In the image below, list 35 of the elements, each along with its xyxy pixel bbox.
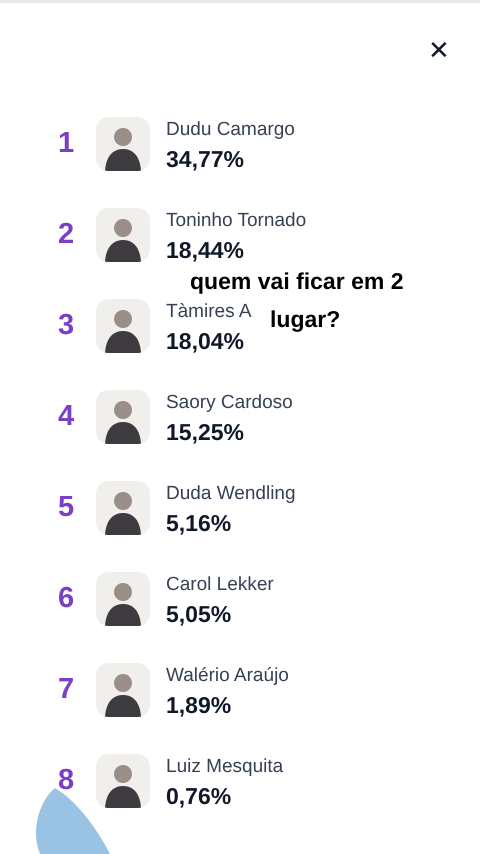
contestant-name: Luiz Mesquita: [166, 755, 284, 779]
avatar-icon: [96, 208, 150, 262]
rank-number: 6: [58, 581, 76, 616]
rank-number: 5: [58, 490, 76, 526]
vote-percentage: 15,25%: [166, 418, 246, 447]
contestant-name: Saory Cardoso: [166, 391, 293, 415]
contestant-name: Toninho Tornado: [166, 209, 306, 233]
contestant-name: Carol Lekker: [166, 573, 274, 597]
avatar-icon: [96, 663, 150, 717]
rank-number: 4: [58, 399, 76, 434]
vote-percentage: 5,16%: [166, 509, 232, 538]
rank-number: 7: [58, 672, 76, 708]
caption-line: quem vai ficar em 2: [190, 267, 404, 296]
avatar-icon: [96, 117, 150, 171]
contestant-name: Duda Wendling: [166, 482, 296, 506]
rank-number: 2: [58, 217, 76, 252]
avatar-icon: [96, 572, 150, 626]
contestant-name: Dudu Camargo: [166, 118, 295, 142]
rank-number: 3: [58, 308, 76, 344]
rank-number: 1: [58, 126, 76, 162]
caption-line: lugar?: [270, 305, 340, 334]
vote-percentage: 18,44%: [166, 236, 246, 265]
vote-percentage: 1,89%: [166, 691, 232, 720]
avatar-icon: [96, 299, 150, 353]
vote-percentage: 18,04%: [166, 327, 246, 356]
avatar-icon: [96, 390, 150, 444]
rank-number: 8: [58, 763, 76, 798]
vote-percentage: 5,05%: [166, 600, 232, 629]
contestant-name: Walério Araújo: [166, 664, 289, 688]
vote-percentage: 34,77%: [166, 145, 246, 174]
avatar-icon: [96, 481, 150, 535]
avatar-icon: [96, 754, 150, 808]
vote-percentage: 0,76%: [166, 782, 232, 811]
close-button[interactable]: ✕: [424, 35, 454, 65]
contestant-name: Tàmires A: [166, 300, 252, 324]
